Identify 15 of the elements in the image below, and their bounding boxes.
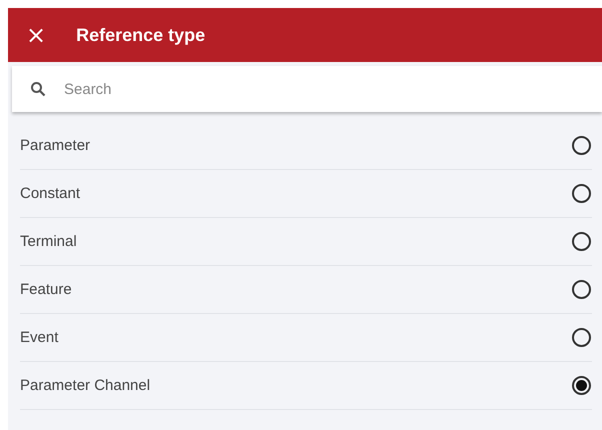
close-button[interactable]: × <box>22 23 50 47</box>
radio-button[interactable] <box>572 184 591 203</box>
option-label[interactable]: Feature <box>20 281 72 298</box>
radio-button[interactable] <box>572 376 591 395</box>
radio-button[interactable] <box>572 232 591 251</box>
option-label[interactable]: Parameter <box>20 137 90 154</box>
option-label[interactable]: Terminal <box>20 233 77 250</box>
radio-button[interactable] <box>572 136 591 155</box>
option-label[interactable]: Parameter Channel <box>20 377 150 394</box>
search-field[interactable]: Search <box>12 66 602 112</box>
option-label[interactable]: Event <box>20 329 58 346</box>
radio-button[interactable] <box>572 280 591 299</box>
dialog-title: Reference type <box>76 24 206 46</box>
option-label[interactable]: Constant <box>20 185 80 202</box>
radio-button[interactable] <box>572 328 591 347</box>
